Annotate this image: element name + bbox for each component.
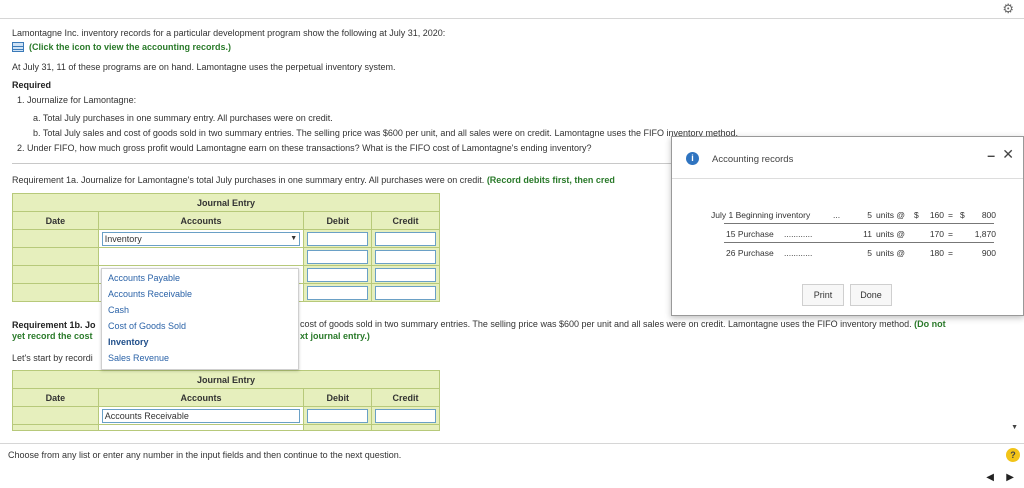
col-accounts: Accounts bbox=[97, 388, 305, 407]
minimize-button[interactable]: – bbox=[987, 147, 995, 163]
record-units: 11 bbox=[863, 229, 872, 239]
table-row: Inventory ▼ bbox=[12, 229, 440, 248]
credit-input[interactable] bbox=[375, 408, 436, 423]
account-input[interactable]: Accounts Receivable bbox=[101, 408, 301, 423]
dropdown-option-selected[interactable]: Inventory bbox=[108, 337, 149, 347]
bottom-bar: Choose from any list or enter any number… bbox=[0, 443, 1024, 488]
record-price: 160 bbox=[929, 210, 944, 220]
account-select[interactable]: Inventory ▼ bbox=[101, 231, 301, 246]
dropdown-option[interactable]: Accounts Receivable bbox=[108, 289, 192, 299]
required-label: Required bbox=[12, 80, 52, 90]
col-date: Date bbox=[12, 211, 99, 230]
close-button[interactable]: ✕ bbox=[1002, 146, 1014, 163]
popup-header: i Accounting records – ✕ bbox=[672, 137, 1023, 179]
scroll-down-icon[interactable]: ▼ bbox=[1011, 424, 1018, 431]
question-intro: Lamontagne Inc. inventory records for a … bbox=[12, 28, 446, 38]
popup-title: Accounting records bbox=[712, 154, 794, 165]
record-divider bbox=[724, 242, 994, 243]
record-price: 170 bbox=[929, 229, 944, 239]
records-link[interactable]: (Click the icon to view the accounting r… bbox=[29, 42, 231, 52]
journal-entry-table-2: Journal Entry Date Accounts Debit Credit… bbox=[12, 370, 440, 431]
dropdown-option[interactable]: Sales Revenue bbox=[108, 353, 169, 363]
record-units: 5 bbox=[867, 210, 872, 220]
dropdown-option[interactable]: Accounts Payable bbox=[108, 273, 180, 283]
debit-input[interactable] bbox=[307, 231, 369, 246]
req1a-text-full: Requirement 1a. Journalize for Lamontagn… bbox=[12, 175, 485, 185]
req2-text: 2. Under FIFO, how much gross profit wou… bbox=[17, 143, 592, 153]
record-equals: = bbox=[948, 210, 953, 220]
record-unit-word: units @ bbox=[876, 248, 905, 258]
table-icon[interactable] bbox=[12, 42, 24, 52]
record-total: 1,870 bbox=[974, 229, 996, 239]
record-equals: = bbox=[948, 248, 953, 258]
credit-input[interactable] bbox=[375, 249, 436, 264]
table-row: Accounts Receivable bbox=[12, 406, 440, 425]
record-units: 5 bbox=[867, 248, 872, 258]
req1b-text: cost of goods sold in two summary entrie… bbox=[300, 319, 912, 329]
col-debit: Debit bbox=[303, 211, 373, 230]
start-text: Let's start by recordi bbox=[12, 353, 93, 363]
col-debit: Debit bbox=[303, 388, 373, 407]
record-price: 180 bbox=[929, 248, 944, 258]
table-row bbox=[12, 247, 440, 266]
req1b-text: b. Total July sales and cost of goods so… bbox=[33, 128, 739, 138]
record-unit-word: units @ bbox=[876, 210, 905, 220]
record-total: 900 bbox=[981, 248, 996, 258]
req1b-text-right: cost of goods sold in two summary entrie… bbox=[300, 319, 946, 329]
col-credit: Credit bbox=[371, 211, 440, 230]
record-total: 800 bbox=[981, 210, 996, 220]
on-hand-text: At July 31, 11 of these programs are on … bbox=[12, 62, 396, 72]
credit-input[interactable] bbox=[375, 267, 436, 282]
req1b-line2-left: yet record the cost bbox=[12, 331, 93, 341]
record-unit-word: units @ bbox=[876, 229, 905, 239]
req1a-instruction: (Record debits first, then cred bbox=[486, 175, 615, 185]
gear-icon[interactable]: ⚙ bbox=[1002, 1, 1014, 17]
req1-text: 1. Journalize for Lamontagne: bbox=[17, 95, 137, 105]
next-arrow-icon[interactable]: ▶ bbox=[1006, 472, 1014, 483]
divider bbox=[12, 163, 672, 164]
debit-input[interactable] bbox=[307, 408, 369, 423]
col-accounts: Accounts bbox=[97, 211, 305, 230]
account-select-value: Inventory bbox=[104, 233, 142, 244]
col-date: Date bbox=[12, 388, 99, 407]
req1b-label: Requirement 1b. Jo bbox=[12, 320, 96, 330]
debit-input[interactable] bbox=[307, 285, 369, 300]
chevron-down-icon[interactable]: ▼ bbox=[289, 234, 298, 244]
accounting-records-popup: i Accounting records – ✕ July 1 Beginnin… bbox=[671, 136, 1024, 316]
debit-input[interactable] bbox=[307, 267, 369, 282]
print-button[interactable]: Print bbox=[802, 284, 844, 306]
record-divider bbox=[724, 223, 994, 224]
credit-input[interactable] bbox=[375, 285, 436, 300]
req1b-do-not: (Do not bbox=[914, 319, 946, 329]
info-icon: i bbox=[686, 152, 699, 165]
record-dots: ............ bbox=[784, 229, 813, 239]
footer-instruction: Choose from any list or enter any number… bbox=[8, 450, 402, 460]
record-label: 15 Purchase bbox=[726, 229, 774, 239]
record-label: July 1 Beginning inventory bbox=[711, 210, 811, 220]
record-equals: = bbox=[948, 229, 953, 239]
col-credit: Credit bbox=[371, 388, 440, 407]
done-button[interactable]: Done bbox=[850, 284, 892, 306]
account-dropdown-list: Accounts Payable Accounts Receivable Cas… bbox=[101, 268, 299, 370]
journal-title: Journal Entry bbox=[12, 370, 440, 389]
table-row bbox=[12, 424, 440, 431]
top-bar: ⚙ bbox=[0, 0, 1024, 19]
req1b-line2-right: xt journal entry.) bbox=[300, 331, 370, 341]
req1a-text: a. Total July purchases in one summary e… bbox=[33, 113, 333, 123]
record-currency: $ bbox=[960, 210, 965, 220]
credit-input[interactable] bbox=[375, 231, 436, 246]
record-currency: $ bbox=[914, 210, 919, 220]
dropdown-option[interactable]: Cash bbox=[108, 305, 129, 315]
debit-input[interactable] bbox=[307, 249, 369, 264]
records-link-row[interactable]: (Click the icon to view the accounting r… bbox=[12, 42, 231, 52]
record-label: 26 Purchase bbox=[726, 248, 774, 258]
dropdown-option[interactable]: Cost of Goods Sold bbox=[108, 321, 186, 331]
record-dots: ............ bbox=[784, 248, 813, 258]
record-dots: ... bbox=[833, 210, 841, 220]
previous-arrow-icon[interactable]: ◀ bbox=[986, 472, 994, 483]
journal-title: Journal Entry bbox=[12, 193, 440, 212]
help-icon[interactable]: ? bbox=[1006, 448, 1020, 462]
req1a-section: Requirement 1a. Journalize for Lamontagn… bbox=[12, 175, 615, 185]
